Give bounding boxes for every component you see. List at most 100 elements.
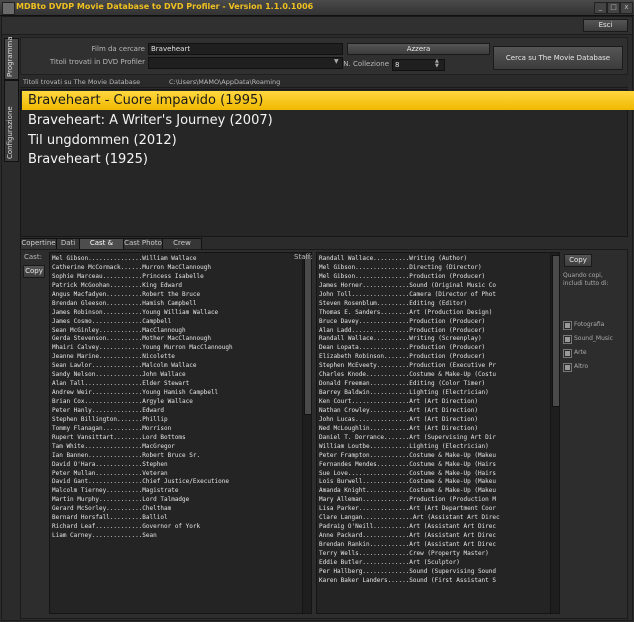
staff-row[interactable]: Amanda Knight............Costume & Make-… <box>317 487 550 496</box>
staff-row[interactable]: Lisa Parker..............Art (Art Depart… <box>317 505 550 514</box>
cast-row[interactable]: Sean Lawlor..............Malcolm Wallace <box>50 362 302 371</box>
result-item[interactable]: Braveheart (1925) <box>22 150 634 169</box>
option-arte[interactable]: Arte <box>563 349 625 358</box>
option-fotografia[interactable]: Fotografia <box>563 321 625 330</box>
cast-row[interactable]: Brian Cox................Argyle Wallace <box>50 398 302 407</box>
staff-row[interactable]: Alan Ladd................Production (Pro… <box>317 327 550 336</box>
cast-row[interactable]: Mhairi Calvey............Young Murron Ma… <box>50 344 302 353</box>
staff-row[interactable]: Fernandes Mendes.........Costume & Make-… <box>317 461 550 470</box>
arte-checkbox[interactable] <box>563 349 572 358</box>
cast-row[interactable]: James Robinson...........Young William W… <box>50 309 302 318</box>
minimize-button[interactable]: _ <box>594 2 607 14</box>
staff-copy-button[interactable]: Copy <box>564 254 592 267</box>
cast-list[interactable]: Mel Gibson...............William Wallace… <box>49 252 312 614</box>
reset-button[interactable]: Azzera <box>347 43 490 55</box>
cast-row[interactable]: James Cosmo..............Campbell <box>50 318 302 327</box>
cast-row[interactable]: Gerard McSorley..........Cheltham <box>50 505 302 514</box>
staff-row[interactable]: Terry Wells..............Crew (Property … <box>317 550 550 559</box>
staff-row[interactable]: Mary Alleman.............Production (Pro… <box>317 496 550 505</box>
result-item-selected[interactable]: Braveheart - Cuore impavido (1995) <box>22 91 634 110</box>
staff-row[interactable]: James Horner.............Sound (Original… <box>317 282 550 291</box>
staff-row[interactable]: Steven Rosenblum.........Editing (Editor… <box>317 300 550 309</box>
staff-row[interactable]: John Toll................Camera (Directo… <box>317 291 550 300</box>
staff-row[interactable]: Ken Court................Art (Art Direct… <box>317 398 550 407</box>
staff-row[interactable]: Stephen McEveety.........Production (Exe… <box>317 362 550 371</box>
staff-row[interactable]: Barrey Baldwin...........Lighting (Elect… <box>317 389 550 398</box>
staff-list[interactable]: Randall Wallace..........Writing (Author… <box>316 252 560 614</box>
staff-row[interactable]: Nathan Crowley...........Art (Art Direct… <box>317 407 550 416</box>
close-button[interactable]: x <box>620 2 633 14</box>
side-tab-configurazione[interactable]: Configurazione <box>4 80 19 162</box>
cast-row[interactable]: David O'Hara.............Stephen <box>50 461 302 470</box>
staff-row[interactable]: Randall Wallace..........Writing (Author… <box>317 255 550 264</box>
staff-row[interactable]: Eddie Butler.............Art (Sculptor) <box>317 559 550 568</box>
cast-row[interactable]: Richard Leaf.............Governor of Yor… <box>50 523 302 532</box>
cast-row[interactable]: Sandy Nelson.............John Wallace <box>50 371 302 380</box>
staff-row[interactable]: Lois Burwell.............Costume & Make-… <box>317 478 550 487</box>
staff-row[interactable]: Elizabeth Robinson.......Production (Pro… <box>317 353 550 362</box>
cast-row[interactable]: Liam Carney..............Sean <box>50 532 302 541</box>
cast-row[interactable]: Malcolm Tierney..........Magistrate <box>50 487 302 496</box>
cast-row[interactable]: David Gant...............Chief Justice/E… <box>50 478 302 487</box>
staff-row[interactable]: Randall Wallace..........Writing (Screen… <box>317 335 550 344</box>
staff-row[interactable]: William Loutbe...........Lighting (Elect… <box>317 443 550 452</box>
staff-row[interactable]: John Lucas...............Art (Art Direct… <box>317 416 550 425</box>
staff-row[interactable]: Thomas E. Sanders........Art (Production… <box>317 309 550 318</box>
cast-row[interactable]: Bernard Horsfall.........Balliol <box>50 514 302 523</box>
cast-scroll-thumb[interactable] <box>304 255 311 415</box>
cast-scrollbar[interactable] <box>302 253 311 613</box>
result-item[interactable]: Til ungdommen (2012) <box>22 131 634 150</box>
option-sound-music[interactable]: Sound_Music <box>563 335 625 344</box>
dvdp-titles-select[interactable] <box>148 57 343 69</box>
staff-row[interactable]: Donald Freeman...........Editing (Color … <box>317 380 550 389</box>
cast-row[interactable]: Angus Macfadyen..........Robert the Bruc… <box>50 291 302 300</box>
staff-row[interactable]: Padraig O'Neill..........Art (Assistant … <box>317 523 550 532</box>
cast-row[interactable]: Catherine McCormack......Murron MacClann… <box>50 264 302 273</box>
staff-row[interactable]: Per Hallberg.............Sound (Supervis… <box>317 568 550 577</box>
result-item[interactable]: Braveheart: A Writer's Journey (2007) <box>22 111 634 130</box>
cast-row[interactable]: Andrew Weir..............Young Hamish Ca… <box>50 389 302 398</box>
staff-row[interactable]: Bruce Davey..............Production (Pro… <box>317 318 550 327</box>
side-tab-programma[interactable]: Programma <box>4 36 19 80</box>
staff-row[interactable]: Peter Frampton...........Costume & Make-… <box>317 452 550 461</box>
cast-row[interactable]: Ian Bannen...............Robert Bruce Sr… <box>50 452 302 461</box>
option-altro[interactable]: Altro <box>563 363 625 372</box>
staff-row[interactable]: Charles Knode............Costume & Make-… <box>317 371 550 380</box>
search-tmdb-button[interactable]: Cerca su The Movie Database <box>493 46 623 70</box>
sound-music-checkbox[interactable] <box>563 335 572 344</box>
staff-row[interactable]: Dean Lopata..............Production (Pro… <box>317 344 550 353</box>
maximize-button[interactable]: □ <box>607 2 620 14</box>
cast-row[interactable]: Sophie Marceau...........Princess Isabel… <box>50 273 302 282</box>
cast-row[interactable]: Peter Hanly..............Edward <box>50 407 302 416</box>
staff-row[interactable]: Sue Love.................Costume & Make-… <box>317 470 550 479</box>
film-search-input[interactable]: Braveheart <box>148 43 343 55</box>
cast-row[interactable]: Martin Murphy............Lord Talmadge <box>50 496 302 505</box>
fotografia-checkbox[interactable] <box>563 321 572 330</box>
staff-row[interactable]: Ned McLoughlin...........Art (Art Direct… <box>317 425 550 434</box>
staff-row[interactable]: Mel Gibson...............Directing (Dire… <box>317 264 550 273</box>
staff-row[interactable]: Brendan Rankin...........Art (Assistant … <box>317 541 550 550</box>
cast-row[interactable]: Jeanne Marine............Nicolette <box>50 353 302 362</box>
cast-row[interactable]: Tam White................MacGregor <box>50 443 302 452</box>
cast-row[interactable]: Tommy Flanagan...........Morrison <box>50 425 302 434</box>
staff-scroll-thumb[interactable] <box>552 255 559 407</box>
staff-row[interactable]: Anne Packard.............Art (Assistant … <box>317 532 550 541</box>
staff-row[interactable]: Mel Gibson...............Production (Pro… <box>317 273 550 282</box>
cast-copy-button[interactable]: Copy <box>23 265 45 278</box>
cast-row[interactable]: Sean McGinley............MacClannough <box>50 327 302 336</box>
staff-row[interactable]: Daniel T. Dorrance.......Art (Supervisin… <box>317 434 550 443</box>
cast-row[interactable]: Peter Mullan.............Veteran <box>50 470 302 479</box>
spinner-icon[interactable]: ▲ ▼ <box>435 59 439 69</box>
cast-row[interactable]: Patrick McGoohan.........King Edward <box>50 282 302 291</box>
cast-row[interactable]: Gerda Stevenson..........Mother MacClann… <box>50 335 302 344</box>
cast-row[interactable]: Stephen Billington.......Phillip <box>50 416 302 425</box>
staff-scrollbar[interactable] <box>550 253 559 613</box>
staff-row[interactable]: Clare Langan..............Art (Assistant… <box>317 514 550 523</box>
staff-row[interactable]: Karen Baker Landers......Sound (First As… <box>317 577 550 586</box>
cast-row[interactable]: Alan Tall................Elder Stewart <box>50 380 302 389</box>
cast-row[interactable]: Mel Gibson...............William Wallace <box>50 255 302 264</box>
cast-row[interactable]: Rupert Vansittart........Lord Bottoms <box>50 434 302 443</box>
altro-checkbox[interactable] <box>563 363 572 372</box>
exit-button[interactable]: Esci <box>583 19 628 32</box>
cast-row[interactable]: Brendan Gleeson..........Hamish Campbell <box>50 300 302 309</box>
